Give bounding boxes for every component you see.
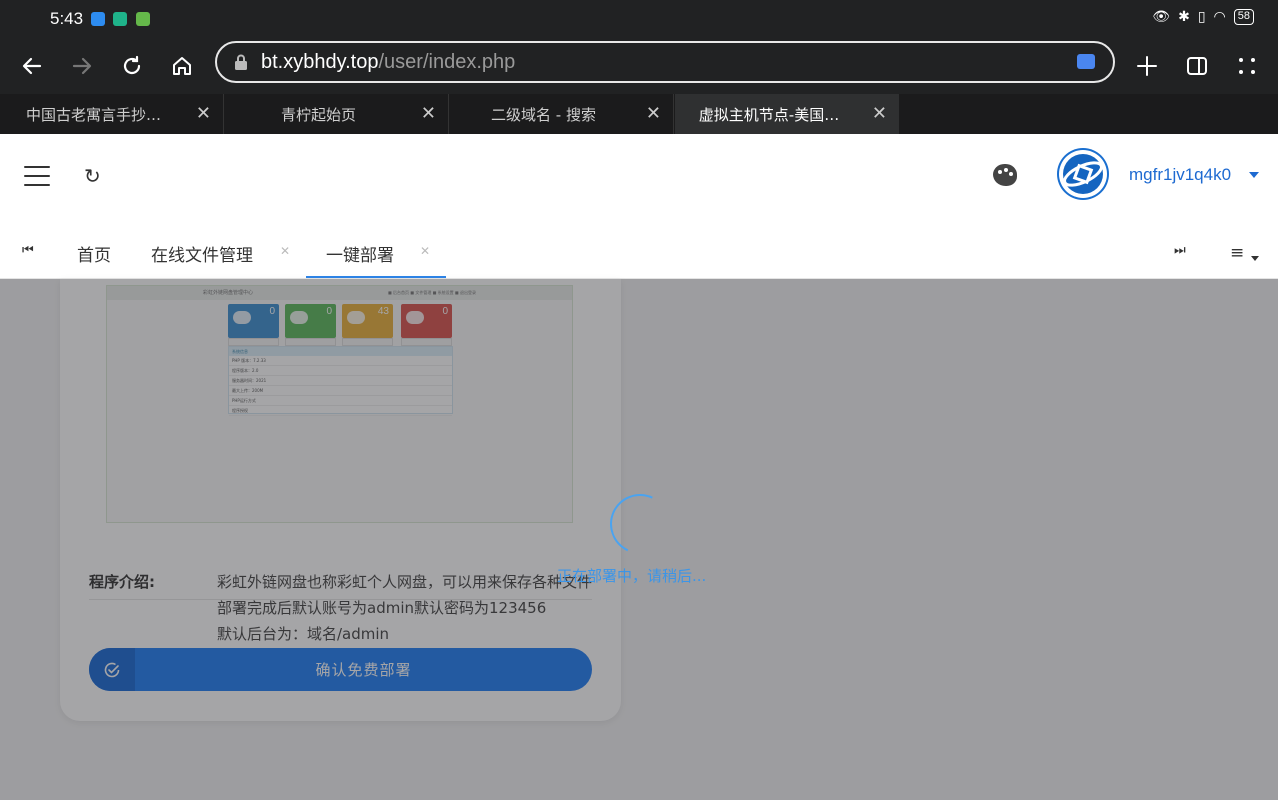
cast-icon[interactable] [1077,54,1095,69]
status-bar: 5:43 👁 ✱ ▯ ◠ 58 [0,0,1278,38]
skip-back-icon[interactable]: ⏮ [22,243,34,258]
browser-tab-1[interactable]: 中国古老寓言手抄… ✕ [0,94,224,134]
close-icon[interactable]: ✕ [196,103,211,124]
shield-notification-icon [91,12,105,26]
active-tab-indicator [306,276,446,278]
download-notification-icon [113,12,127,26]
avatar-logo-icon [1059,150,1107,198]
hamburger-menu-icon[interactable] [24,166,50,193]
refresh-icon[interactable]: ↻ [84,164,101,188]
address-bar[interactable]: bt.xybhdy.top/user/index.php [215,41,1115,83]
vibrate-icon: ▯ [1197,9,1206,25]
site-header: ↻ mgfr1jv1q4k0 [0,134,1278,219]
close-icon[interactable]: ✕ [420,244,430,258]
reload-icon [123,55,141,75]
tab-home[interactable]: 首页 [77,241,111,266]
close-icon[interactable]: ✕ [280,244,290,258]
browser-tab-title: 中国古老寓言手抄… [25,106,161,124]
loading-text: 正在部署中，请稍后... [557,567,707,585]
battery-icon: 58 [1233,9,1254,25]
chevron-down-icon[interactable] [1251,256,1259,261]
bluetooth-icon: ✱ [1178,9,1190,25]
wifi-icon: ◠ [1213,9,1226,25]
browser-tab-4[interactable]: 虚拟主机节点-美国… ✕ [675,94,899,134]
home-icon [173,57,191,75]
browser-tab-2[interactable]: 青柠起始页 ✕ [225,94,449,134]
avatar[interactable] [1057,148,1109,200]
app-notification-icon [136,12,150,26]
close-icon[interactable]: ✕ [872,103,887,124]
page-tab-bar: ⏮ 首页 在线文件管理 ✕ 一键部署 ✕ ⏭ ≡ [0,219,1278,279]
home-button[interactable] [164,48,200,84]
browser-toolbar: bt.xybhdy.top/user/index.php [0,38,1278,94]
username[interactable]: mgfr1jv1q4k0 [1129,165,1231,185]
reload-button[interactable] [114,48,150,84]
palette-icon[interactable] [993,164,1017,186]
tab-one-click-deploy[interactable]: 一键部署 [326,241,394,266]
url-host: bt.xybhdy.top [261,51,379,73]
tab-menu-icon[interactable]: ≡ [1230,243,1244,263]
back-arrow-icon [22,57,42,75]
chevron-down-icon[interactable] [1249,172,1259,178]
back-button[interactable] [14,48,50,84]
new-tab-button[interactable] [1129,48,1165,84]
sidebar-button[interactable] [1179,48,1215,84]
forward-arrow-icon [72,57,92,75]
url-text: bt.xybhdy.top/user/index.php [261,51,515,74]
close-icon[interactable]: ✕ [421,103,436,124]
status-time: 5:43 [50,9,84,28]
browser-tab-title: 二级域名 - 搜索 [491,106,596,124]
browser-tab-3[interactable]: 二级域名 - 搜索 ✕ [450,94,674,134]
plus-icon [1137,56,1157,76]
browser-tab-strip: 中国古老寓言手抄… ✕ 青柠起始页 ✕ 二级域名 - 搜索 ✕ 虚拟主机节点-美… [0,94,1278,134]
close-icon[interactable]: ✕ [646,103,661,124]
url-path: /user/index.php [378,51,516,73]
eye-icon: 👁 [1152,9,1171,25]
tab-file-manager[interactable]: 在线文件管理 [151,241,253,266]
browser-tab-title: 青柠起始页 [280,106,356,124]
sidebar-icon [1187,57,1207,75]
dots-grid-icon [1239,58,1255,74]
skip-forward-icon[interactable]: ⏭ [1174,243,1186,258]
forward-button[interactable] [64,48,100,84]
status-icons: 👁 ✱ ▯ ◠ 58 [1152,9,1254,25]
more-button[interactable] [1229,48,1265,84]
lock-icon [235,54,247,70]
browser-tab-title: 虚拟主机节点-美国… [698,106,840,124]
